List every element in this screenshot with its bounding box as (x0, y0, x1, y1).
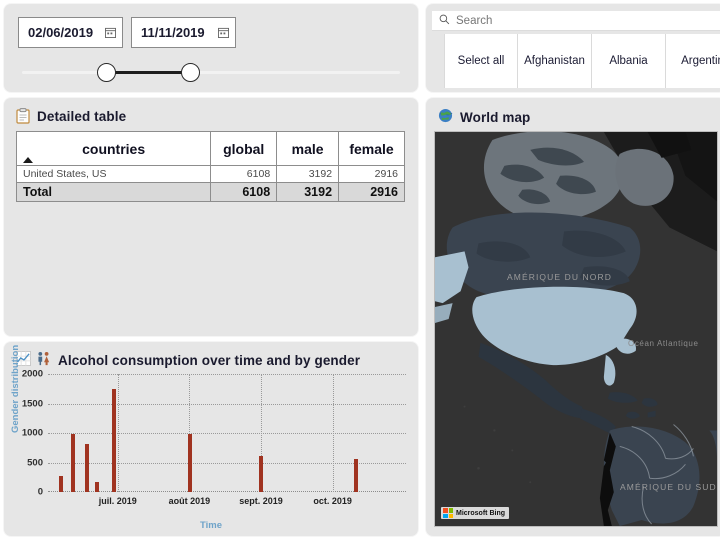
cell-female: 2916 (339, 166, 405, 183)
chart-bar[interactable] (85, 444, 89, 492)
bing-attribution-text: Microsoft Bing (456, 510, 505, 517)
table-head: countries global male female (17, 132, 405, 166)
column-label-countries: countries (82, 141, 145, 157)
slider-selected-range (106, 71, 190, 74)
chart-x-tick: oct. 2019 (313, 496, 352, 506)
country-tile-select-all[interactable]: Select all (444, 34, 518, 88)
chart-bar[interactable] (188, 434, 192, 492)
table-header-row: countries global male female (17, 132, 405, 166)
chart-vertical-gridline (118, 374, 119, 492)
calendar-icon[interactable] (218, 27, 229, 38)
column-header-countries[interactable]: countries (17, 132, 211, 166)
chart-plot-area[interactable]: 0500100015002000juil. 2019août 2019sept.… (48, 374, 406, 492)
chart-bar[interactable] (259, 456, 263, 492)
slider-track (22, 71, 400, 74)
globe-icon (438, 108, 453, 126)
column-header-female[interactable]: female (339, 132, 405, 166)
world-map-header: World map (438, 108, 530, 126)
map-geometry (435, 132, 717, 526)
sort-ascending-icon[interactable] (23, 157, 33, 163)
date-range-slicer-card: 02/06/2019 11/11/2019 (4, 4, 418, 92)
chart-y-axis-label: Gender distribution (10, 345, 21, 433)
bing-logo-icon (443, 508, 453, 518)
start-date-field[interactable]: 02/06/2019 (18, 17, 123, 48)
search-placeholder: Search (456, 15, 492, 27)
chart-x-tick: août 2019 (169, 496, 211, 506)
chart-header-icons (16, 351, 51, 369)
chart-gridline (48, 374, 406, 375)
chart-header: Alcohol consumption over time and by gen… (16, 351, 360, 369)
alcohol-chart-card: Alcohol consumption over time and by gen… (4, 342, 418, 536)
date-range-slider[interactable] (22, 60, 400, 86)
cell-total-global: 6108 (211, 183, 277, 202)
detailed-table-title: Detailed table (37, 109, 126, 124)
cell-total-male: 3192 (277, 183, 339, 202)
cell-global: 6108 (211, 166, 277, 183)
chart-vertical-gridline (333, 374, 334, 492)
country-tile-list: Select all Afghanistan Albania Argentin (444, 34, 720, 88)
column-header-global[interactable]: global (211, 132, 277, 166)
search-icon (439, 12, 450, 30)
slider-handle-end[interactable] (181, 63, 200, 82)
chart-x-tick: sept. 2019 (239, 496, 283, 506)
cell-total-label: Total (17, 183, 211, 202)
clipboard-icon (16, 108, 30, 124)
bing-attribution[interactable]: Microsoft Bing (441, 507, 509, 519)
chart-bar[interactable] (112, 389, 116, 492)
detailed-table-card: Detailed table countries global male fem… (4, 98, 418, 336)
country-slicer-card: Search Select all Afghanistan Albania Ar… (426, 4, 720, 92)
chart-x-axis-label: Time (4, 520, 418, 531)
chart-y-tick: 2000 (22, 369, 43, 380)
map-canvas[interactable]: AMÉRIQUE DU NORD Océan Atlantique AMÉRIQ… (434, 131, 718, 527)
gender-people-icon (36, 351, 51, 369)
table-row[interactable]: United States, US 6108 3192 2916 (17, 166, 405, 183)
chart-bar[interactable] (354, 459, 358, 492)
end-date-field[interactable]: 11/11/2019 (131, 17, 236, 48)
chart-bar[interactable] (71, 434, 75, 492)
chart-gridline (48, 404, 406, 405)
chart-y-tick: 1000 (22, 428, 43, 439)
chart-y-tick: 1500 (22, 398, 43, 409)
chart-y-tick: 500 (27, 457, 43, 468)
search-input[interactable]: Search (432, 11, 720, 31)
chart-x-axis (48, 491, 406, 492)
start-date-value: 02/06/2019 (28, 25, 105, 40)
calendar-icon[interactable] (105, 27, 116, 38)
cell-country: United States, US (17, 166, 211, 183)
table-body: United States, US 6108 3192 2916 Total 6… (17, 166, 405, 202)
chart-bar[interactable] (59, 476, 63, 492)
table-total-row: Total 6108 3192 2916 (17, 183, 405, 202)
cell-total-female: 2916 (339, 183, 405, 202)
world-map-card: World map (426, 98, 720, 536)
world-map-title: World map (460, 110, 530, 125)
column-header-male[interactable]: male (277, 132, 339, 166)
chart-bar[interactable] (95, 482, 99, 492)
chart-y-tick: 0 (38, 487, 43, 498)
chart-x-tick: juil. 2019 (99, 496, 137, 506)
country-tile-afghanistan[interactable]: Afghanistan (518, 34, 592, 88)
end-date-value: 11/11/2019 (141, 25, 218, 40)
chart-gridline (48, 463, 406, 464)
countries-table: countries global male female United Stat… (16, 131, 405, 202)
detailed-table-header: Detailed table (16, 108, 126, 124)
chart-title: Alcohol consumption over time and by gen… (58, 353, 360, 368)
chart-gridline (48, 433, 406, 434)
slider-handle-start[interactable] (97, 63, 116, 82)
country-tile-albania[interactable]: Albania (592, 34, 666, 88)
date-inputs: 02/06/2019 11/11/2019 (18, 17, 236, 48)
dashboard-root: 02/06/2019 11/11/2019 (0, 0, 720, 540)
cell-male: 3192 (277, 166, 339, 183)
country-tile-argentina[interactable]: Argentin (666, 34, 720, 88)
